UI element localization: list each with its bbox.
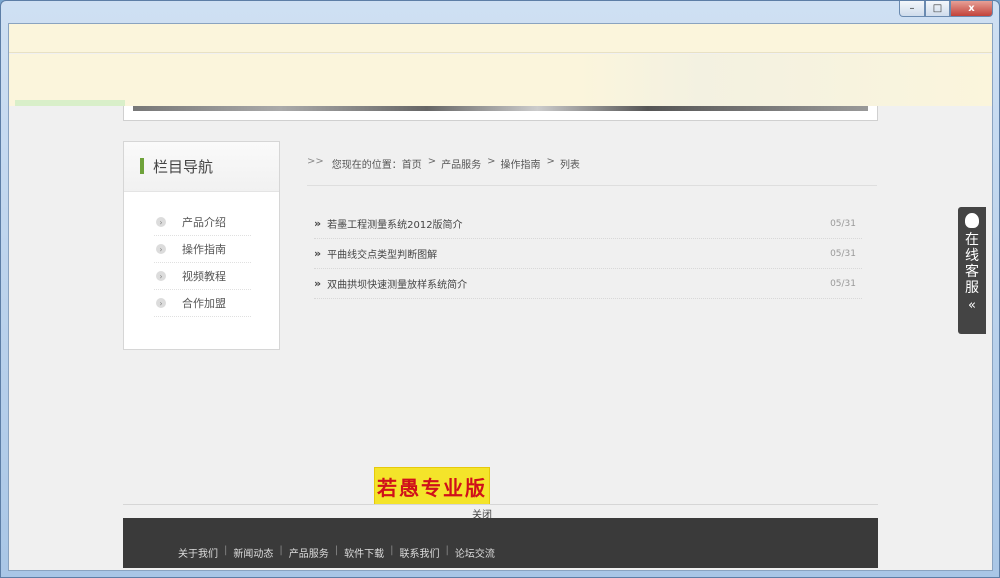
banner-image-frame	[123, 106, 878, 121]
sidebar-title: 栏目导航	[153, 158, 214, 176]
close-window-button[interactable]: x	[950, 1, 993, 17]
ad-text: 若愚专业版	[377, 475, 487, 500]
bullet-arrow-icon: ›	[156, 271, 166, 281]
article-list: » 若墨工程测量系统2012版简介 05/31 » 平曲线交点类型判断图解 05…	[314, 209, 862, 299]
qq-penguin-icon	[965, 213, 979, 228]
breadcrumb-products-link[interactable]: 产品服务	[441, 156, 481, 171]
footer-separator: |	[390, 545, 394, 556]
online-service-label: 在线客服	[965, 232, 979, 296]
banner-image	[133, 106, 868, 111]
browser-window: – □ x 栏目导航 › 产品介绍 › 操作指南 › 视频教程 › 合作加盟 >…	[0, 0, 1000, 578]
floating-ad[interactable]: 若愚专业版	[374, 467, 490, 505]
footer-separator: |	[224, 545, 228, 556]
footer-separator: |	[445, 545, 449, 556]
online-service-tab[interactable]: 在线客服 «	[958, 207, 986, 334]
sidebar-title-marker	[140, 158, 144, 174]
bullet-arrow-icon: ›	[156, 244, 166, 254]
list-item[interactable]: » 双曲拱坝快速测量放样系统简介 05/31	[314, 269, 862, 299]
title-bar[interactable]: – □ x	[1, 1, 999, 23]
page-viewport: 栏目导航 › 产品介绍 › 操作指南 › 视频教程 › 合作加盟 >> 您现在的…	[8, 23, 993, 571]
banner	[9, 54, 992, 106]
footer-divider	[123, 504, 878, 505]
footer-link-forum[interactable]: 论坛交流	[455, 545, 495, 560]
article-title-link[interactable]: 若墨工程测量系统2012版简介	[327, 216, 462, 231]
breadcrumb-list-link[interactable]: 列表	[560, 156, 580, 171]
footer: 关于我们 | 新闻动态 | 产品服务 | 软件下载 | 联系我们 | 论坛交流	[123, 518, 878, 568]
footer-separator: |	[334, 545, 339, 556]
top-bar	[9, 24, 992, 53]
footer-link-contact[interactable]: 联系我们	[400, 545, 440, 560]
footer-link-about[interactable]: 关于我们	[178, 545, 218, 560]
breadcrumb-separator: >	[487, 156, 496, 167]
sidebar-item-label: 合作加盟	[182, 297, 226, 310]
banner-accent	[15, 100, 125, 106]
sidebar-item-product-intro[interactable]: › 产品介绍	[154, 209, 251, 236]
footer-nav: 关于我们 | 新闻动态 | 产品服务 | 软件下载 | 联系我们 | 论坛交流	[178, 545, 495, 560]
bullet-arrow-icon: ›	[156, 217, 166, 227]
breadcrumb-separator: >	[546, 156, 555, 167]
sidebar-item-label: 产品介绍	[182, 216, 226, 229]
sidebar-item-partner[interactable]: › 合作加盟	[154, 290, 251, 317]
breadcrumb-home-link[interactable]: 首页	[402, 156, 422, 171]
minimize-button[interactable]: –	[899, 1, 925, 17]
double-chevron-left-icon: «	[968, 298, 976, 313]
sidebar-menu: › 产品介绍 › 操作指南 › 视频教程 › 合作加盟	[154, 209, 251, 317]
article-title-link[interactable]: 双曲拱坝快速测量放样系统简介	[327, 276, 467, 291]
article-date: 05/31	[830, 248, 856, 259]
footer-link-news[interactable]: 新闻动态	[233, 545, 273, 560]
double-chevron-icon: »	[314, 217, 322, 230]
sidebar-item-label: 视频教程	[182, 270, 226, 283]
sidebar-item-guide[interactable]: › 操作指南	[154, 236, 251, 263]
footer-link-downloads[interactable]: 软件下载	[344, 545, 384, 560]
maximize-button[interactable]: □	[925, 1, 950, 17]
sidebar-item-video[interactable]: › 视频教程	[154, 263, 251, 290]
breadcrumb-guide-link[interactable]: 操作指南	[501, 156, 541, 171]
article-date: 05/31	[830, 278, 856, 289]
breadcrumb-prefix: 您现在的位置：	[331, 160, 402, 171]
sidebar: 栏目导航 › 产品介绍 › 操作指南 › 视频教程 › 合作加盟	[123, 141, 280, 350]
list-item[interactable]: » 平曲线交点类型判断图解 05/31	[314, 239, 862, 269]
double-chevron-icon: »	[314, 247, 322, 260]
window-controls: – □ x	[899, 1, 993, 17]
double-chevron-icon: »	[314, 277, 322, 290]
breadcrumb: >> 您现在的位置： 首页 > 产品服务 > 操作指南 > 列表	[307, 156, 877, 186]
footer-link-products[interactable]: 产品服务	[289, 545, 329, 560]
sidebar-header: 栏目导航	[124, 142, 279, 192]
article-title-link[interactable]: 平曲线交点类型判断图解	[327, 246, 437, 261]
article-date: 05/31	[830, 218, 856, 229]
list-item[interactable]: » 若墨工程测量系统2012版简介 05/31	[314, 209, 862, 239]
bullet-arrow-icon: ›	[156, 298, 166, 308]
breadcrumb-separator: >	[427, 156, 437, 167]
sidebar-item-label: 操作指南	[182, 243, 226, 256]
breadcrumb-arrow-icon: >>	[307, 156, 324, 167]
footer-separator: |	[279, 545, 283, 556]
